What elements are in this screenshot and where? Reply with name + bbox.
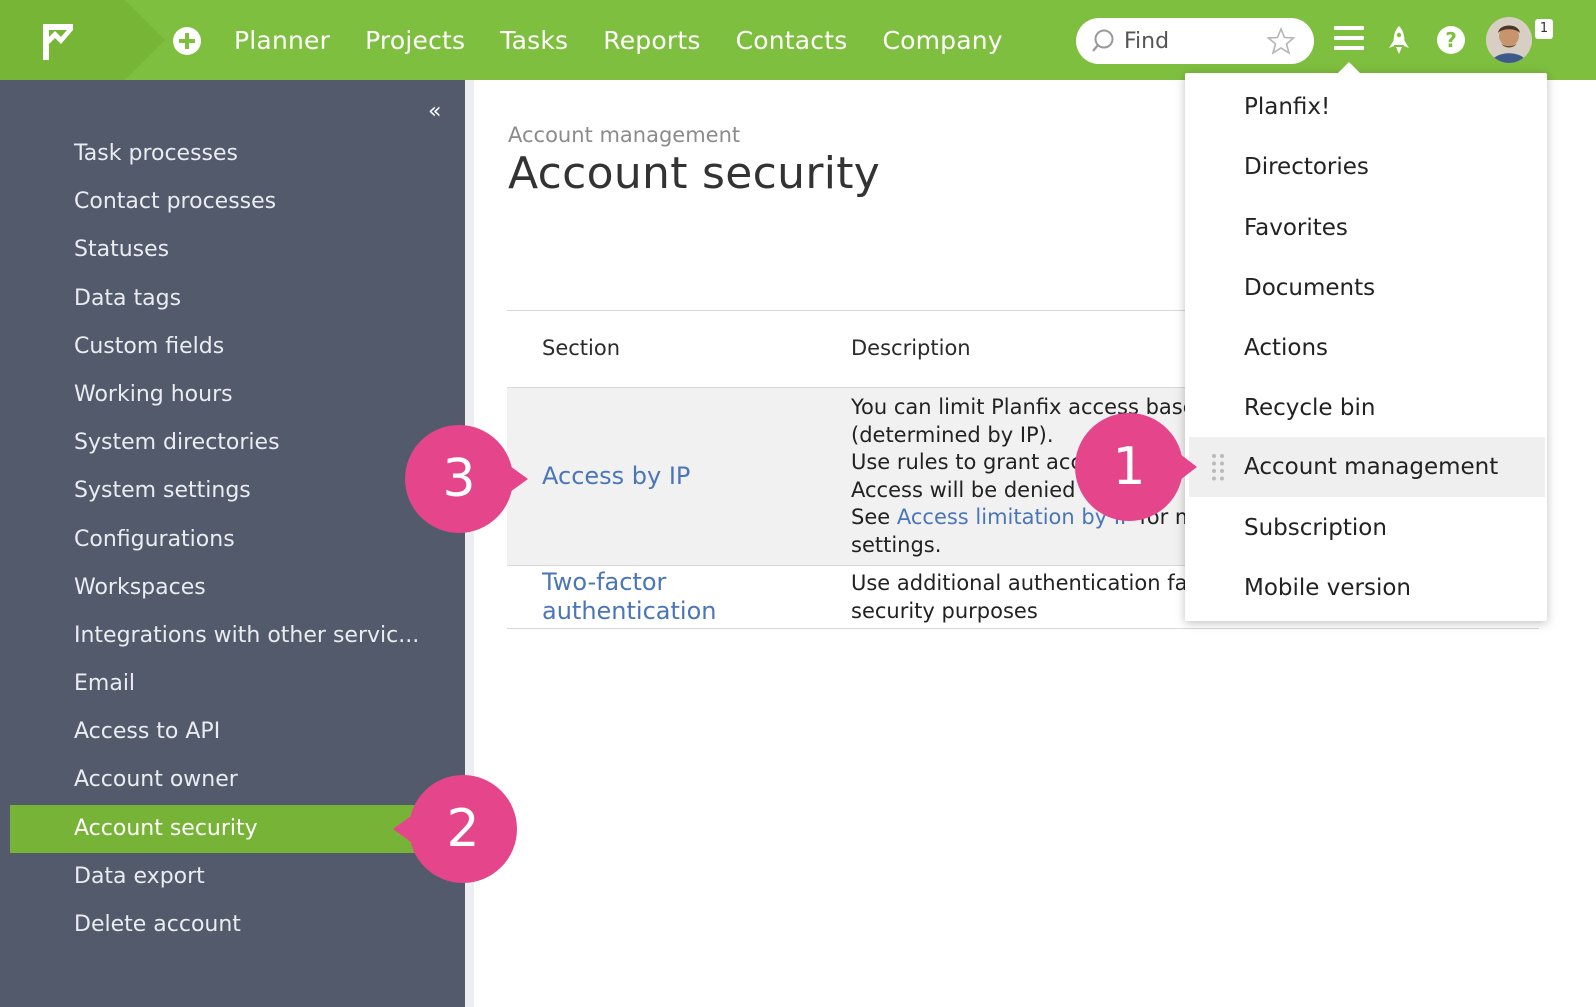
nav-company[interactable]: Company bbox=[882, 26, 1002, 55]
sidebar-item-task-processes[interactable]: Task processes bbox=[10, 130, 465, 178]
menu-hamburger-icon[interactable] bbox=[1334, 26, 1364, 54]
menu-item-recycle-bin[interactable]: Recycle bin bbox=[1185, 378, 1547, 438]
sidebar-item-custom-fields[interactable]: Custom fields bbox=[10, 323, 465, 371]
nav-tasks[interactable]: Tasks bbox=[500, 26, 568, 55]
callout-3: 3 bbox=[405, 425, 513, 533]
row-description: Use additional authentication fac securi… bbox=[851, 570, 1191, 625]
sidebar-item-system-directories[interactable]: System directories bbox=[10, 419, 465, 467]
sidebar-item-configurations[interactable]: Configurations bbox=[10, 516, 465, 564]
rocket-icon[interactable] bbox=[1384, 24, 1414, 56]
menu-item-account-management[interactable]: Account management bbox=[1189, 437, 1545, 497]
avatar-photo-icon bbox=[1486, 17, 1532, 63]
callout-2: 2 bbox=[409, 775, 517, 883]
sidebar-item-contact-processes[interactable]: Contact processes bbox=[10, 178, 465, 226]
desc-line: Use additional authentication fac bbox=[851, 571, 1191, 595]
menu-item-subscription[interactable]: Subscription bbox=[1185, 498, 1547, 558]
search-icon bbox=[1092, 29, 1114, 52]
planfix-logo-icon bbox=[43, 24, 73, 60]
callout-2-pointer bbox=[393, 816, 411, 842]
nav-reports[interactable]: Reports bbox=[603, 26, 700, 55]
svg-text:?: ? bbox=[1445, 28, 1457, 52]
desc-text: See bbox=[851, 505, 897, 529]
notification-badge[interactable]: 1 bbox=[1535, 19, 1553, 39]
callout-1-pointer bbox=[1180, 454, 1197, 480]
sidebar-item-integrations[interactable]: Integrations with other servic... bbox=[10, 612, 465, 660]
search-input[interactable] bbox=[1124, 26, 1264, 56]
logo-arrow bbox=[125, 0, 165, 80]
menu-item-planfix[interactable]: Planfix! bbox=[1185, 77, 1547, 137]
menu-item-label: Account management bbox=[1244, 454, 1499, 480]
menu-item-documents[interactable]: Documents bbox=[1185, 258, 1547, 318]
access-by-ip-link[interactable]: Access by IP bbox=[542, 462, 690, 491]
callout-3-pointer bbox=[510, 466, 528, 492]
column-header-section: Section bbox=[542, 336, 621, 360]
link-line: authentication bbox=[542, 597, 717, 625]
dropdown-caret bbox=[1338, 62, 1360, 73]
nav-contacts[interactable]: Contacts bbox=[736, 26, 848, 55]
desc-line: security purposes bbox=[851, 598, 1038, 623]
desc-line: settings. bbox=[851, 532, 942, 557]
sidebar-item-account-owner[interactable]: Account owner bbox=[10, 756, 465, 804]
sidebar-item-delete-account[interactable]: Delete account bbox=[10, 901, 465, 949]
add-plus-icon[interactable] bbox=[172, 26, 202, 56]
search-box bbox=[1076, 18, 1314, 64]
sidebar-item-data-export[interactable]: Data export bbox=[10, 853, 465, 901]
sidebar-item-access-to-api[interactable]: Access to API bbox=[10, 708, 465, 756]
user-avatar[interactable] bbox=[1486, 17, 1532, 63]
page-title: Account security bbox=[508, 148, 881, 199]
breadcrumb[interactable]: Account management bbox=[508, 123, 740, 147]
menu-item-mobile-version[interactable]: Mobile version bbox=[1185, 558, 1547, 618]
nav-planner[interactable]: Planner bbox=[234, 26, 330, 55]
menu-item-favorites[interactable]: Favorites bbox=[1185, 198, 1547, 258]
sidebar-item-data-tags[interactable]: Data tags bbox=[10, 275, 465, 323]
link-line: Two-factor bbox=[542, 568, 667, 596]
sidebar-item-system-settings[interactable]: System settings bbox=[10, 467, 465, 515]
main-menu-dropdown: Planfix! Directories Favorites Documents… bbox=[1185, 73, 1547, 621]
menu-item-directories[interactable]: Directories bbox=[1185, 137, 1547, 197]
main-nav: Planner Projects Tasks Reports Contacts … bbox=[234, 0, 1003, 80]
column-header-description: Description bbox=[851, 336, 971, 360]
nav-projects[interactable]: Projects bbox=[365, 26, 465, 55]
star-icon[interactable] bbox=[1266, 26, 1296, 56]
sidebar-item-email[interactable]: Email bbox=[10, 660, 465, 708]
sidebar-item-workspaces[interactable]: Workspaces bbox=[10, 564, 465, 612]
collapse-sidebar-icon[interactable]: « bbox=[428, 101, 448, 123]
help-icon[interactable]: ? bbox=[1436, 25, 1466, 55]
callout-1: 1 bbox=[1075, 413, 1183, 521]
menu-item-actions[interactable]: Actions bbox=[1185, 318, 1547, 378]
two-factor-auth-link[interactable]: Two-factor authentication bbox=[542, 568, 716, 626]
sidebar-item-working-hours[interactable]: Working hours bbox=[10, 371, 465, 419]
sidebar-item-statuses[interactable]: Statuses bbox=[10, 226, 465, 274]
drag-handle-icon[interactable] bbox=[1211, 453, 1225, 481]
logo-area[interactable] bbox=[0, 0, 125, 80]
